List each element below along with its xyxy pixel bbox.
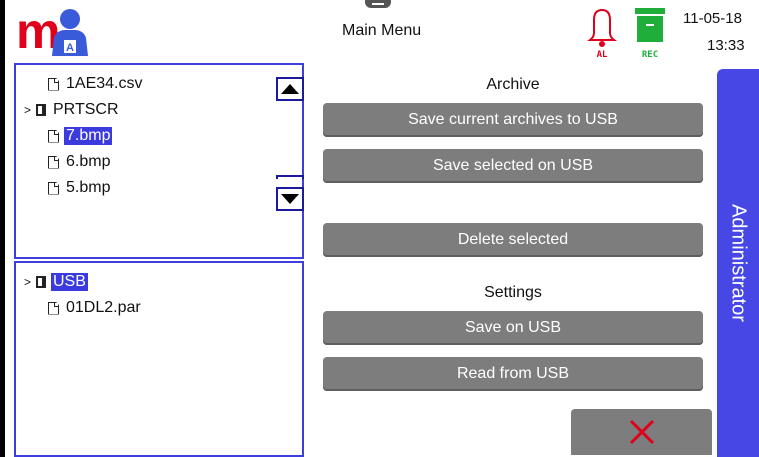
archive-section-title: Archive [486,76,540,93]
chevron-right-icon[interactable]: > [24,103,36,117]
page-title: Main Menu [342,22,422,39]
file-icon [48,155,59,169]
time-display: 13:33 [707,37,745,54]
scroll-down-button[interactable] [276,187,304,211]
folder-icon [36,276,46,288]
screen-border [0,0,5,457]
tree-item-file[interactable]: 6.bmp [36,153,112,171]
alarm-label: AL [597,50,608,58]
svg-text:A: A [66,42,74,54]
save-selected-usb-button[interactable]: Save selected on USB [323,149,703,183]
tree-item-file[interactable]: 1AE34.csv [36,75,144,93]
date-display: 11-05-18 [683,10,742,27]
menu-grab-handle[interactable] [365,0,391,8]
rec-label: REC [642,50,658,58]
file-icon [48,129,59,143]
close-icon [629,419,654,445]
delete-selected-button[interactable]: Delete selected [323,223,703,257]
file-icon [48,301,59,315]
read-from-usb-button[interactable]: Read from USB [323,357,703,391]
tree-item-folder[interactable]: > PRTSCR [24,101,121,119]
tree-item-file[interactable]: 01DL2.par [36,299,143,317]
save-current-archives-button[interactable]: Save current archives to USB [323,103,703,137]
administrator-tab-label: Administrator [727,204,750,322]
settings-section-title: Settings [484,284,542,301]
scroll-up-button[interactable] [276,77,304,101]
record-icon[interactable]: REC [631,6,669,60]
chevron-right-icon[interactable]: > [24,275,36,289]
file-browser-panel[interactable]: 1AE34.csv > PRTSCR 7.bmp 6.bmp 5.bmp [14,63,304,259]
tree-item-folder-selected[interactable]: > USB [24,273,88,291]
tree-item-file-selected[interactable]: 7.bmp [36,127,113,145]
administrator-tab[interactable]: Administrator [717,69,759,457]
folder-icon [36,104,46,116]
file-icon [48,181,59,195]
save-on-usb-button[interactable]: Save on USB [323,311,703,345]
close-button[interactable] [571,409,712,455]
tree-item-file[interactable]: 5.bmp [36,179,112,197]
usb-browser-panel[interactable]: > USB 01DL2.par [14,261,304,457]
arrow-down-icon [281,194,299,204]
user-icon[interactable]: A [48,4,92,58]
scrollbar-thumb[interactable] [276,175,304,179]
file-icon [48,77,59,91]
arrow-up-icon [281,84,299,94]
alarm-bell-icon[interactable]: AL [585,6,619,60]
